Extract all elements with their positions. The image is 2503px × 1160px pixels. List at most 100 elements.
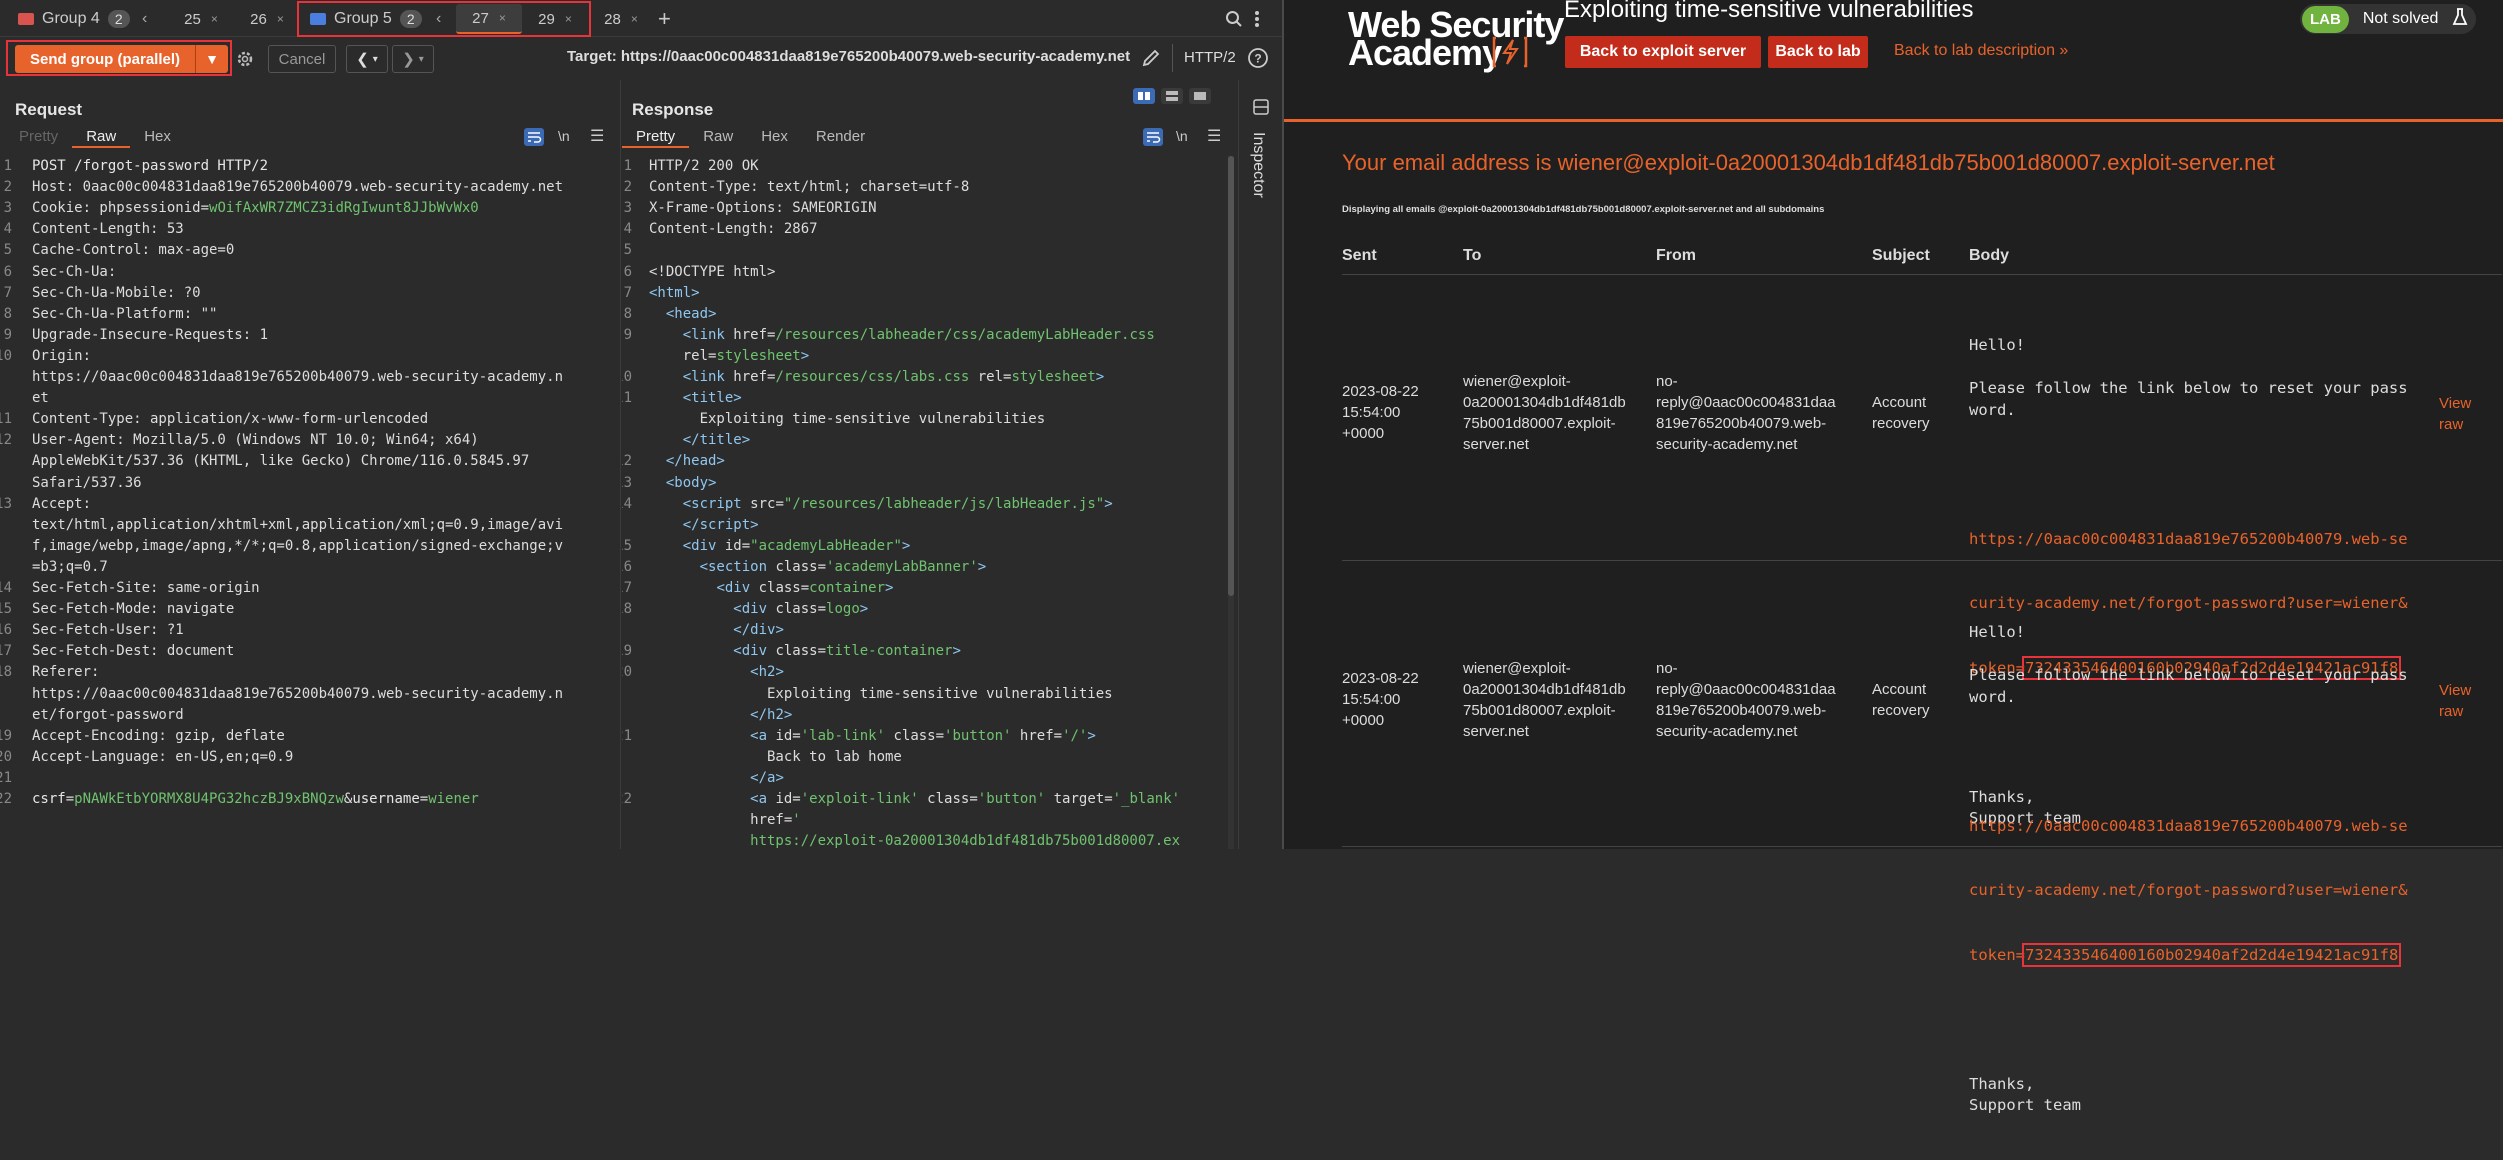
code-line[interactable]: <a id='lab-link' class='button' href='/'… [649, 726, 1096, 747]
tab-response-pretty[interactable]: Pretty [622, 126, 690, 148]
reset-link-line2[interactable]: curity-academy.net/forgot-password?user=… [1969, 880, 2408, 902]
tab-28[interactable]: 28 × [596, 4, 646, 34]
reset-link-line3[interactable]: token= [1969, 946, 2025, 964]
request-editor[interactable]: 1 POST /forgot-password HTTP/2 2 Host: 0aac… [0, 156, 620, 849]
code-line[interactable]: Exploiting time-sensitive vulnerabilitie… [649, 409, 1046, 430]
code-line[interactable]: Safari/537.36 [32, 473, 142, 494]
code-line[interactable]: et/forgot-password [32, 705, 184, 726]
code-line[interactable]: =b3;q=0.7 [32, 557, 108, 578]
code-line[interactable]: Cookie: phpsessionid=wOifAxWR7ZMCZ3idRgI… [32, 198, 479, 219]
code-line[interactable]: <section class='academyLabBanner'> [649, 557, 987, 578]
menu-icon[interactable]: ☰ [590, 126, 604, 146]
reset-link-line1[interactable]: https://0aac00c004831daa819e765200b40079… [1969, 816, 2408, 838]
code-line[interactable]: <div class=container> [649, 578, 893, 599]
history-back-button[interactable]: ❮ ▾ [346, 45, 388, 73]
code-line[interactable]: <div class=logo> [649, 599, 868, 620]
http-version-label[interactable]: HTTP/2 [1184, 49, 1236, 66]
code-line[interactable]: Back to lab home [649, 747, 902, 768]
code-line[interactable]: Sec-Fetch-Dest: document [32, 641, 234, 662]
code-line[interactable]: <!DOCTYPE html> [649, 262, 775, 283]
code-line[interactable]: <link href=/resources/labheader/css/acad… [649, 325, 1155, 346]
code-line[interactable]: X-Frame-Options: SAMEORIGIN [649, 198, 877, 219]
code-line[interactable]: f,image/webp,image/apng,*/*;q=0.8,applic… [32, 536, 563, 557]
more-vertical-icon[interactable] [1254, 0, 1260, 37]
code-line[interactable]: <body> [649, 473, 717, 494]
code-line[interactable]: Accept-Encoding: gzip, deflate [32, 726, 285, 747]
tab-27[interactable]: 27 × [456, 4, 522, 34]
edit-pencil-icon[interactable] [1141, 48, 1161, 73]
close-icon[interactable]: × [277, 12, 284, 26]
tab-29[interactable]: 29 × [522, 4, 588, 34]
code-line[interactable]: Upgrade-Insecure-Requests: 1 [32, 325, 268, 346]
code-line[interactable]: href=' [649, 810, 801, 831]
wrap-lines-icon[interactable] [1143, 128, 1163, 146]
search-icon[interactable] [1225, 0, 1243, 37]
tab-response-raw[interactable]: Raw [689, 126, 747, 148]
code-line[interactable]: https://0aac00c004831daa819e765200b40079… [32, 684, 563, 705]
code-line[interactable]: POST /forgot-password HTTP/2 [32, 156, 268, 177]
code-line[interactable]: <title> [649, 388, 742, 409]
code-line[interactable]: Accept-Language: en-US,en;q=0.9 [32, 747, 293, 768]
response-editor[interactable]: 1 HTTP/2 200 OK 2 Content-Type: text/html; … [622, 156, 1230, 849]
menu-icon[interactable]: ☰ [1207, 126, 1221, 146]
code-line[interactable]: Sec-Ch-Ua-Platform: "" [32, 304, 217, 325]
close-icon[interactable]: × [631, 12, 638, 26]
code-line[interactable]: <h2> [649, 662, 784, 683]
tab-request-hex[interactable]: Hex [130, 126, 185, 148]
tab-group-5[interactable]: Group 5 2 [310, 0, 422, 37]
code-line[interactable]: text/html,application/xhtml+xml,applicat… [32, 515, 563, 536]
code-line[interactable]: Sec-Fetch-Mode: navigate [32, 599, 234, 620]
code-line[interactable]: </h2> [649, 705, 792, 726]
response-scrollbar[interactable] [1228, 156, 1234, 849]
code-line[interactable]: <link href=/resources/css/labs.css rel=s… [649, 367, 1105, 388]
tab-25[interactable]: 25 × [168, 4, 234, 34]
back-to-exploit-server-button[interactable]: Back to exploit server [1565, 36, 1761, 68]
code-line[interactable]: </head> [649, 451, 725, 472]
tab-response-render[interactable]: Render [802, 126, 879, 148]
code-line[interactable]: Content-Type: application/x-www-form-url… [32, 409, 428, 430]
tab-request-pretty[interactable]: Pretty [5, 126, 72, 148]
reset-token[interactable]: 732433546400160b02940af2d2d4e19421ac91f8 [2021, 942, 2402, 967]
send-group-button[interactable]: Send group (parallel) ▼ [15, 45, 228, 73]
view-raw-link[interactable]: View raw [2439, 680, 2471, 722]
history-forward-button[interactable]: ❯ ▾ [392, 45, 434, 73]
code-line[interactable]: Content-Type: text/html; charset=utf-8 [649, 177, 969, 198]
wrap-lines-icon[interactable] [524, 128, 544, 146]
close-icon[interactable]: × [565, 12, 572, 26]
code-line[interactable]: </div> [649, 620, 784, 641]
add-tab-icon[interactable]: + [658, 0, 671, 37]
code-line[interactable]: et [32, 388, 49, 409]
close-icon[interactable]: × [499, 11, 506, 25]
tab-response-hex[interactable]: Hex [747, 126, 802, 148]
code-line[interactable]: </a> [649, 768, 784, 789]
help-icon[interactable]: ? [1247, 47, 1269, 74]
code-line[interactable]: https://exploit-0a20001304db1df481db75b0… [649, 831, 1180, 849]
layout-tabs-icon[interactable] [1189, 88, 1211, 104]
code-line[interactable]: csrf=pNAWkEtbYORMX8U4PG32hczBJ9xBNQzw&us… [32, 789, 479, 810]
code-line[interactable]: Host: 0aac00c004831daa819e765200b40079.w… [32, 177, 563, 198]
code-line[interactable]: User-Agent: Mozilla/5.0 (Windows NT 10.0… [32, 430, 479, 451]
tab-26[interactable]: 26 × [234, 4, 300, 34]
code-line[interactable]: Sec-Ch-Ua: [32, 262, 125, 283]
view-raw-link[interactable]: View raw [2439, 393, 2471, 435]
pane-divider[interactable] [620, 80, 621, 849]
settings-gear-icon[interactable] [236, 50, 254, 73]
code-line[interactable]: Referer: [32, 662, 108, 683]
chevron-left-icon[interactable]: ‹ [142, 0, 147, 37]
code-line[interactable]: AppleWebKit/537.36 (KHTML, like Gecko) C… [32, 451, 529, 472]
chevron-left-icon[interactable]: ‹ [436, 0, 441, 37]
code-line[interactable]: </title> [649, 430, 750, 451]
chevron-down-icon[interactable]: ▼ [195, 45, 228, 73]
code-line[interactable]: <div class=title-container> [649, 641, 961, 662]
code-line[interactable]: Exploiting time-sensitive vulnerabilitie… [649, 684, 1113, 705]
code-line[interactable]: Content-Length: 2867 [649, 219, 818, 240]
code-line[interactable]: <head> [649, 304, 717, 325]
code-line[interactable]: rel=stylesheet> [649, 346, 809, 367]
layout-top-bottom-icon[interactable] [1161, 88, 1183, 104]
code-line[interactable]: <div id="academyLabHeader"> [649, 536, 911, 557]
code-line[interactable]: Origin: [32, 346, 99, 367]
code-line[interactable]: Sec-Fetch-User: ?1 [32, 620, 184, 641]
cancel-button[interactable]: Cancel [268, 45, 336, 73]
code-line[interactable]: Accept: [32, 494, 99, 515]
layout-side-by-side-icon[interactable] [1133, 88, 1155, 104]
